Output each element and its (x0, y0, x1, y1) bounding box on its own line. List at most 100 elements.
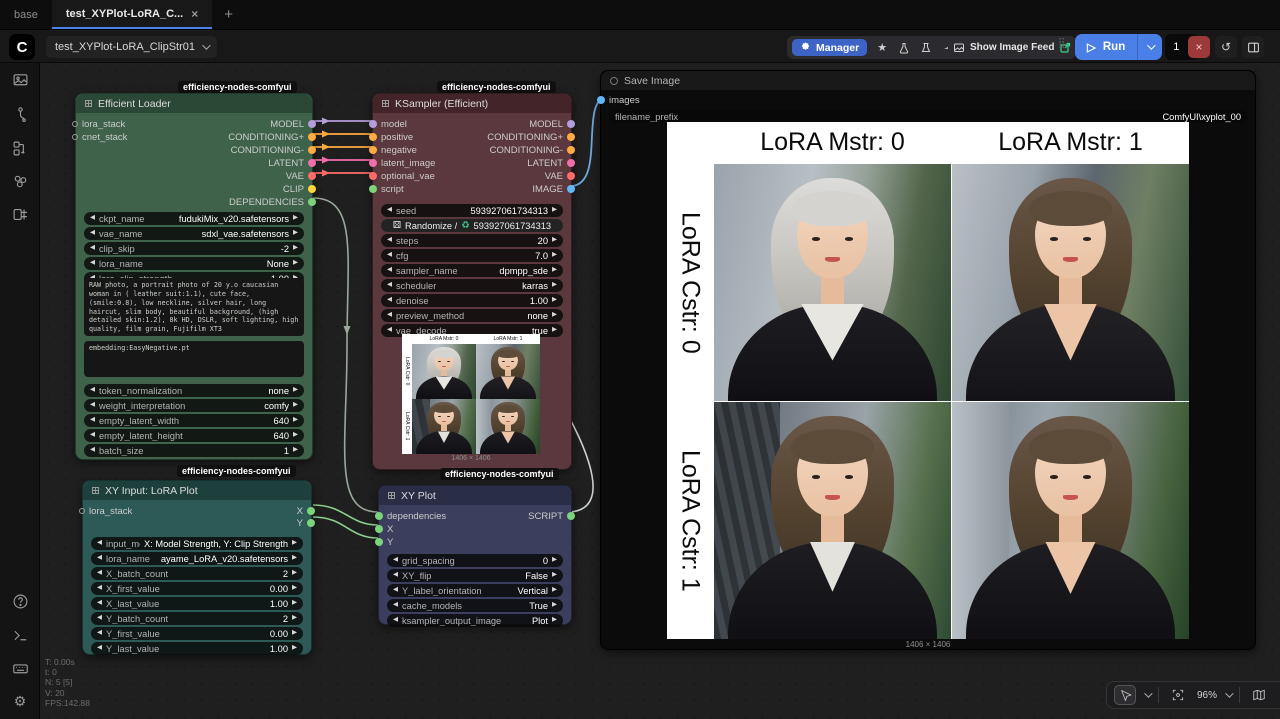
widget-seed[interactable]: seed593927061734313 (381, 204, 563, 217)
output-slot-conditioning-plus[interactable]: CONDITIONING+ (228, 131, 316, 144)
widget-left-arrow-icon[interactable] (97, 630, 102, 637)
slot-dot[interactable] (567, 120, 575, 128)
sidebar-workflows-icon[interactable] (10, 104, 30, 124)
widget-right-arrow-icon[interactable] (292, 645, 297, 652)
zoom-level[interactable]: 96% (1197, 690, 1217, 701)
widget-left-arrow-icon[interactable] (393, 602, 398, 609)
widget-lora-name[interactable]: lora_nameayame_LoRA_v20.safetensors (91, 552, 303, 565)
slot-dot[interactable] (597, 96, 605, 104)
widget-y-label-orientation[interactable]: Y_label_orientationVertical (387, 584, 563, 597)
slot-dot[interactable] (375, 525, 383, 533)
tab-close-icon[interactable]: × (191, 7, 198, 21)
widget-right-arrow-icon[interactable] (552, 282, 557, 289)
slot-dot[interactable] (567, 133, 575, 141)
collapse-icon[interactable] (610, 77, 618, 85)
slot-dot[interactable] (369, 133, 377, 141)
widget-left-arrow-icon[interactable] (97, 570, 102, 577)
star-icon[interactable]: ★ (875, 41, 889, 55)
slot-dot[interactable] (567, 146, 575, 154)
input-slot-latent-image[interactable]: latent_image (369, 157, 435, 170)
slot-dot[interactable] (307, 519, 315, 527)
input-slot-cnet-stack[interactable]: cnet_stack (72, 131, 127, 144)
output-slot-latent[interactable]: LATENT (527, 157, 575, 170)
slot-dot[interactable] (369, 159, 377, 167)
widget-cache-models[interactable]: cache_modelsTrue (387, 599, 563, 612)
widget-right-arrow-icon[interactable] (292, 615, 297, 622)
input-slot-y[interactable]: Y (375, 536, 393, 549)
output-slot-model[interactable]: MODEL (270, 118, 316, 131)
widget-left-arrow-icon[interactable] (90, 245, 95, 252)
output-slot-conditioning-plus[interactable]: CONDITIONING+ (487, 131, 575, 144)
widget-right-arrow-icon[interactable] (293, 260, 298, 267)
widget-left-arrow-icon[interactable] (387, 312, 392, 319)
output-slot-conditioning-minus[interactable]: CONDITIONING- (490, 144, 575, 157)
negative-prompt-textarea[interactable]: embedding:EasyNegative.pt (84, 341, 304, 377)
widget-right-arrow-icon[interactable] (292, 585, 297, 592)
flask-icon[interactable] (897, 41, 911, 55)
widget-right-arrow-icon[interactable] (552, 312, 557, 319)
input-slot-images[interactable]: images (597, 94, 640, 107)
widget-right-arrow-icon[interactable] (293, 447, 298, 454)
slot-dot[interactable] (307, 507, 315, 515)
widget-right-arrow-icon[interactable] (292, 540, 297, 547)
widget-right-arrow-icon[interactable] (552, 617, 557, 624)
show-image-feed-button[interactable]: Show Image Feed (953, 42, 1071, 54)
widget-left-arrow-icon[interactable] (97, 645, 102, 652)
widget-left-arrow-icon[interactable] (393, 587, 398, 594)
widget-left-arrow-icon[interactable] (90, 387, 95, 394)
widget-ksampler-output-image[interactable]: ksampler_output_imagePlot (387, 614, 563, 627)
widget-left-arrow-icon[interactable] (90, 447, 95, 454)
widget-left-arrow-icon[interactable] (97, 585, 102, 592)
run-options-button[interactable] (1137, 34, 1162, 60)
cancel-button[interactable]: × (1188, 36, 1210, 58)
widget-left-arrow-icon[interactable] (90, 260, 95, 267)
widget-right-arrow-icon[interactable] (292, 555, 297, 562)
input-slot-optional-vae[interactable]: optional_vae (369, 170, 435, 183)
widget-right-arrow-icon[interactable] (292, 570, 297, 577)
workflow-selector[interactable]: test_XYPlot-LoRA_ClipStr01 (46, 36, 217, 58)
widget-left-arrow-icon[interactable] (393, 572, 398, 579)
widget-randomize-seed[interactable]: ⚄ Randomize / ♻ 593927061734313 (381, 219, 563, 232)
widget-left-arrow-icon[interactable] (387, 327, 392, 334)
node-header[interactable]: Efficient Loader (76, 94, 312, 113)
widget-right-arrow-icon[interactable] (552, 587, 557, 594)
widget-left-arrow-icon[interactable] (387, 252, 392, 259)
slot-dot[interactable] (308, 159, 316, 167)
slot-dot[interactable] (308, 185, 316, 193)
output-slot-y[interactable]: Y (297, 517, 315, 530)
history-button[interactable]: ↺ (1215, 36, 1237, 58)
chevron-down-icon[interactable] (1225, 689, 1233, 697)
widget-x-batch-count[interactable]: X_batch_count2 (91, 567, 303, 580)
sidebar-node-library-icon[interactable] (10, 138, 30, 158)
output-slot-x[interactable]: X (297, 505, 315, 518)
widget-x-last-value[interactable]: X_last_value1.00 (91, 597, 303, 610)
minimap-toggle-button[interactable] (1248, 685, 1270, 705)
slot-dot[interactable] (308, 172, 316, 180)
flask-icon-2[interactable] (919, 41, 933, 55)
widget-y-batch-count[interactable]: Y_batch_count2 (91, 612, 303, 625)
widget-vae-name[interactable]: vae_namesdxl_vae.safetensors (84, 227, 304, 240)
sidebar-settings-icon[interactable]: ⚙ (10, 691, 30, 711)
widget-left-arrow-icon[interactable] (97, 600, 102, 607)
output-slot-dependencies[interactable]: DEPENDENCIES (229, 196, 316, 209)
widget-left-arrow-icon[interactable] (90, 432, 95, 439)
output-slot-script[interactable]: SCRIPT (528, 510, 575, 523)
widget-y-last-value[interactable]: Y_last_value1.00 (91, 642, 303, 655)
output-slot-vae[interactable]: VAE (545, 170, 575, 183)
widget-right-arrow-icon[interactable] (293, 230, 298, 237)
input-slot-negative[interactable]: negative (369, 144, 417, 157)
widget-right-arrow-icon[interactable] (552, 252, 557, 259)
widget-left-arrow-icon[interactable] (90, 417, 95, 424)
widget-weight-interpretation[interactable]: weight_interpretationcomfy (84, 399, 304, 412)
widget-batch-size[interactable]: batch_size1 (84, 444, 304, 457)
widget-left-arrow-icon[interactable] (97, 615, 102, 622)
widget-left-arrow-icon[interactable] (387, 282, 392, 289)
input-slot-model[interactable]: model (369, 118, 407, 131)
input-slot-lora-stack[interactable]: lora_stack (72, 118, 125, 131)
widget-right-arrow-icon[interactable] (552, 327, 557, 334)
widget-left-arrow-icon[interactable] (393, 617, 398, 624)
slot-dot[interactable] (375, 538, 383, 546)
slot-dot[interactable] (369, 172, 377, 180)
widget-sampler-name[interactable]: sampler_namedpmpp_sde (381, 264, 563, 277)
widget-token-normalization[interactable]: token_normalizationnone (84, 384, 304, 397)
